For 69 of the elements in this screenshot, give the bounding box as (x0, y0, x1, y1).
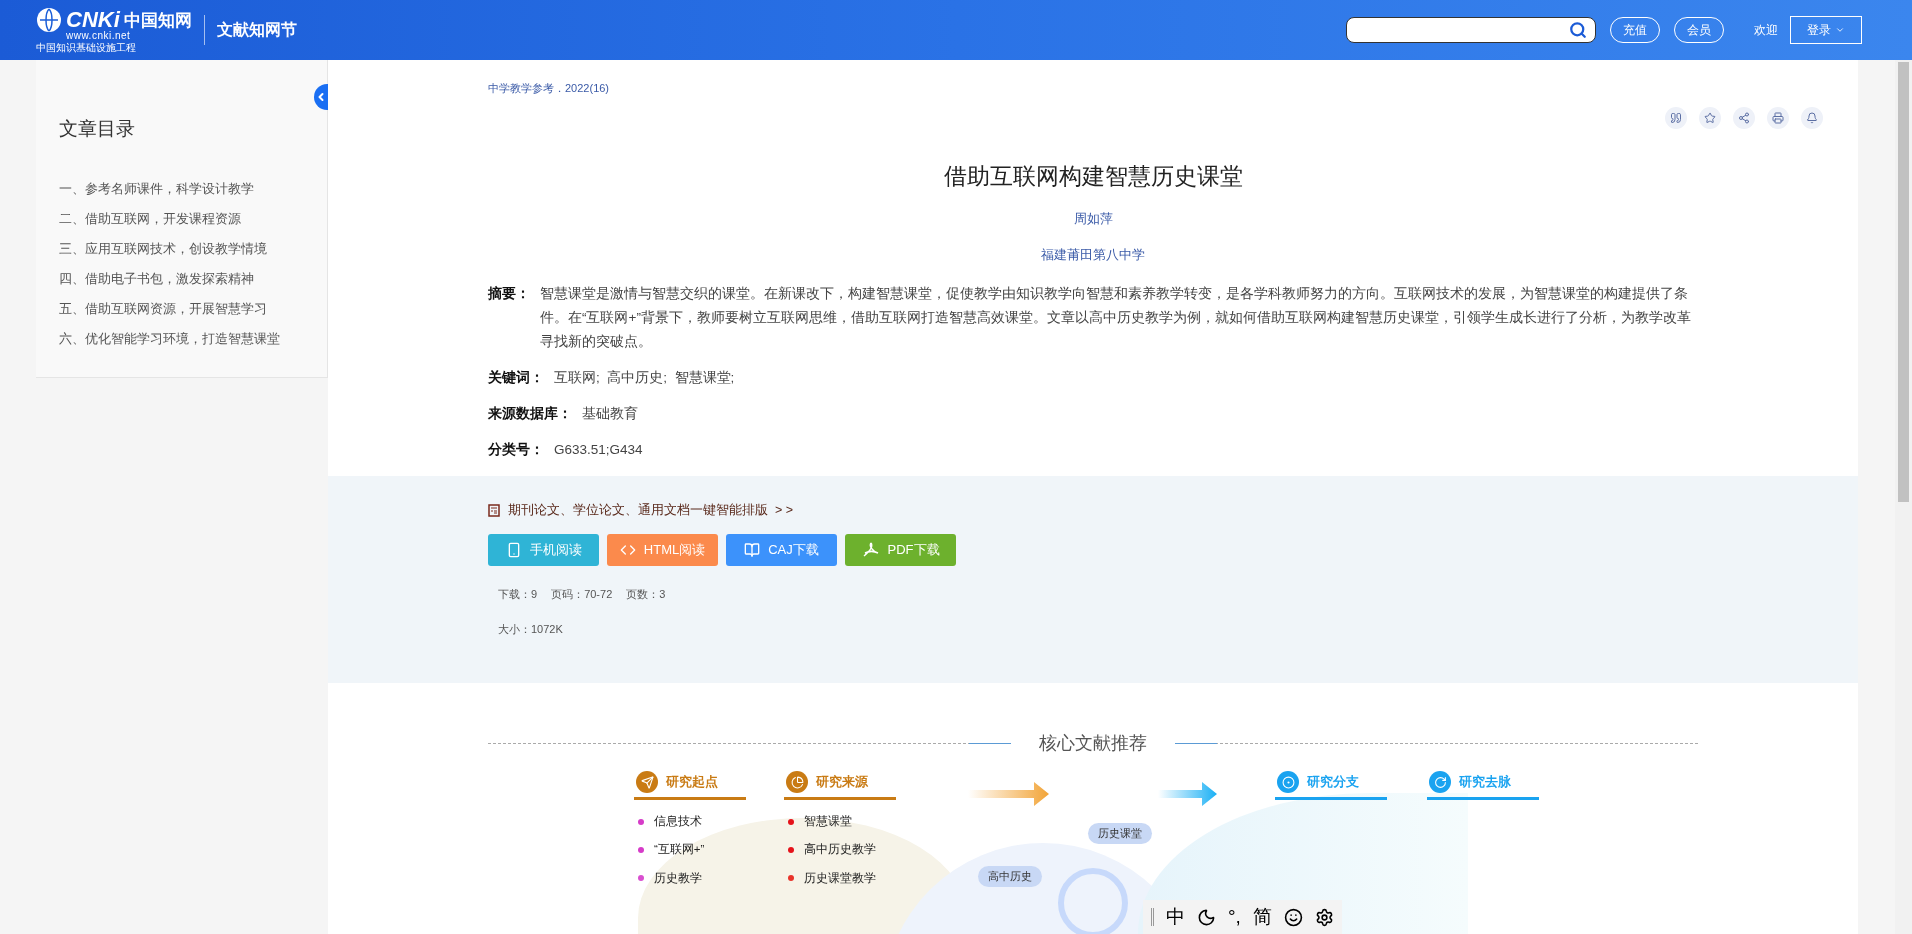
logo-url: www.cnki.net (66, 31, 132, 41)
keyword-link[interactable]: 历史教学 (654, 869, 702, 887)
toc-item[interactable]: 五、借助互联网资源，开展智慧学习 (59, 293, 267, 324)
print-icon[interactable] (1767, 106, 1789, 129)
ring-drawing (1058, 868, 1128, 934)
group-title: 研究起点 (666, 773, 718, 791)
site-title: 文献知网节 (216, 20, 297, 40)
moon-icon[interactable] (1197, 907, 1216, 927)
logo-brand: CNKi (66, 9, 120, 31)
author-link[interactable]: 周如萍 (1073, 209, 1113, 229)
field-label: 关键词： (488, 369, 544, 387)
keyword-link[interactable]: 历史课堂教学 (804, 869, 876, 887)
file-size-text: 大小：1072K (498, 622, 564, 638)
search-icon[interactable] (1569, 21, 1587, 39)
ime-option[interactable]: 简 (1252, 902, 1272, 932)
pie-chart-icon (786, 771, 808, 793)
group-title: 研究去脉 (1459, 773, 1511, 791)
field-value: 互联网; 高中历史; 智慧课堂; (554, 369, 735, 387)
field-label: 来源数据库： (488, 405, 572, 423)
keyword-link[interactable]: 高中历史教学 (804, 841, 876, 859)
quote-icon[interactable] (1665, 106, 1687, 129)
group-title: 研究分支 (1307, 773, 1359, 791)
section-title: 核心文献推荐 (1038, 732, 1148, 755)
welcome-text: 欢迎 (1754, 22, 1778, 39)
acrobat-icon (861, 540, 880, 559)
send-icon (636, 771, 658, 793)
field-value: G633.51;G434 (554, 441, 643, 459)
stat-text: 下载：9 (498, 586, 538, 602)
ime-option[interactable]: °, (1228, 902, 1241, 932)
logo-slogan: 中国知识基础设施工程 (36, 43, 137, 53)
toc-item[interactable]: 一、参考名师课件，科学设计教学 (59, 173, 254, 204)
typesetting-promo-link[interactable]: 期刊论文、学位论文、通用文档一键智能排版 > > (508, 501, 794, 520)
settings-icon[interactable] (1314, 907, 1334, 927)
ime-option[interactable]: 中 (1166, 902, 1185, 932)
toc-item[interactable]: 六、优化智能学习环境，打造智慧课堂 (59, 323, 280, 354)
group-title: 研究来源 (816, 773, 868, 791)
share-icon[interactable] (1733, 106, 1755, 129)
field-value: 智慧课堂是激情与智慧交织的课堂。在新课改下，构建智慧课堂，促使教学由知识教学向智慧和素养教学转变，是各学科教师努力的方向。互联网技术的发展，为智慧课堂的构建提供了条件。在“互联网+”背景下，教师要树立互联网思维，借助互联网打造智慧高效课堂。文章以高中历史教学为例，就如何借助互联网构建智慧历史课堂，引领学生成长进行了分析，为教学改革寻找新的突破点。 (540, 285, 1692, 351)
stat-text: 页码：70-72 (551, 586, 613, 602)
sidebar-title: 文章目录 (59, 117, 135, 141)
keyword-link[interactable]: 信息技术 (654, 813, 702, 831)
arrow-icon (1158, 781, 1218, 807)
article-title: 借助互联网构建智慧历史课堂 (942, 161, 1244, 191)
logo-brand-chinese: 中国知网 (123, 11, 192, 29)
target-icon (1277, 771, 1299, 793)
keyword-link[interactable]: 智慧课堂 (804, 813, 852, 831)
field-label: 分类号： (488, 441, 544, 459)
smiley-icon[interactable] (1283, 907, 1303, 927)
toc-item[interactable]: 四、借助电子书包，激发探索精神 (59, 263, 254, 294)
organization-link[interactable]: 福建莆田第八中学 (1041, 244, 1145, 264)
bell-icon[interactable] (1801, 106, 1823, 129)
caret-icon (1835, 25, 1845, 35)
keyword-link[interactable]: “互联网+” (654, 841, 705, 859)
book-icon (744, 541, 761, 558)
rotate-icon (1429, 771, 1451, 793)
keyword-bubble[interactable]: 历史课堂 (1088, 823, 1152, 844)
document-icon (488, 503, 500, 517)
journal-source-link[interactable]: 中学教学参考．2022(16) (488, 80, 1698, 97)
toc-item[interactable]: 三、应用互联网技术，创设教学情境 (59, 233, 267, 264)
login-button[interactable]: 登录 (1790, 16, 1862, 44)
scrollbar[interactable] (1895, 60, 1912, 934)
arrow-icon (968, 781, 1050, 807)
toc-item[interactable]: 二、借助互联网，开发课程资源 (59, 203, 241, 234)
globe-logo-icon (36, 7, 62, 33)
field-value: 基础教育 (582, 405, 638, 423)
keyword-bubble[interactable]: 高中历史 (978, 866, 1042, 887)
stat-text: 页数：3 (626, 586, 666, 602)
field-label: 摘要： (488, 285, 530, 303)
search-field[interactable] (1346, 17, 1596, 43)
